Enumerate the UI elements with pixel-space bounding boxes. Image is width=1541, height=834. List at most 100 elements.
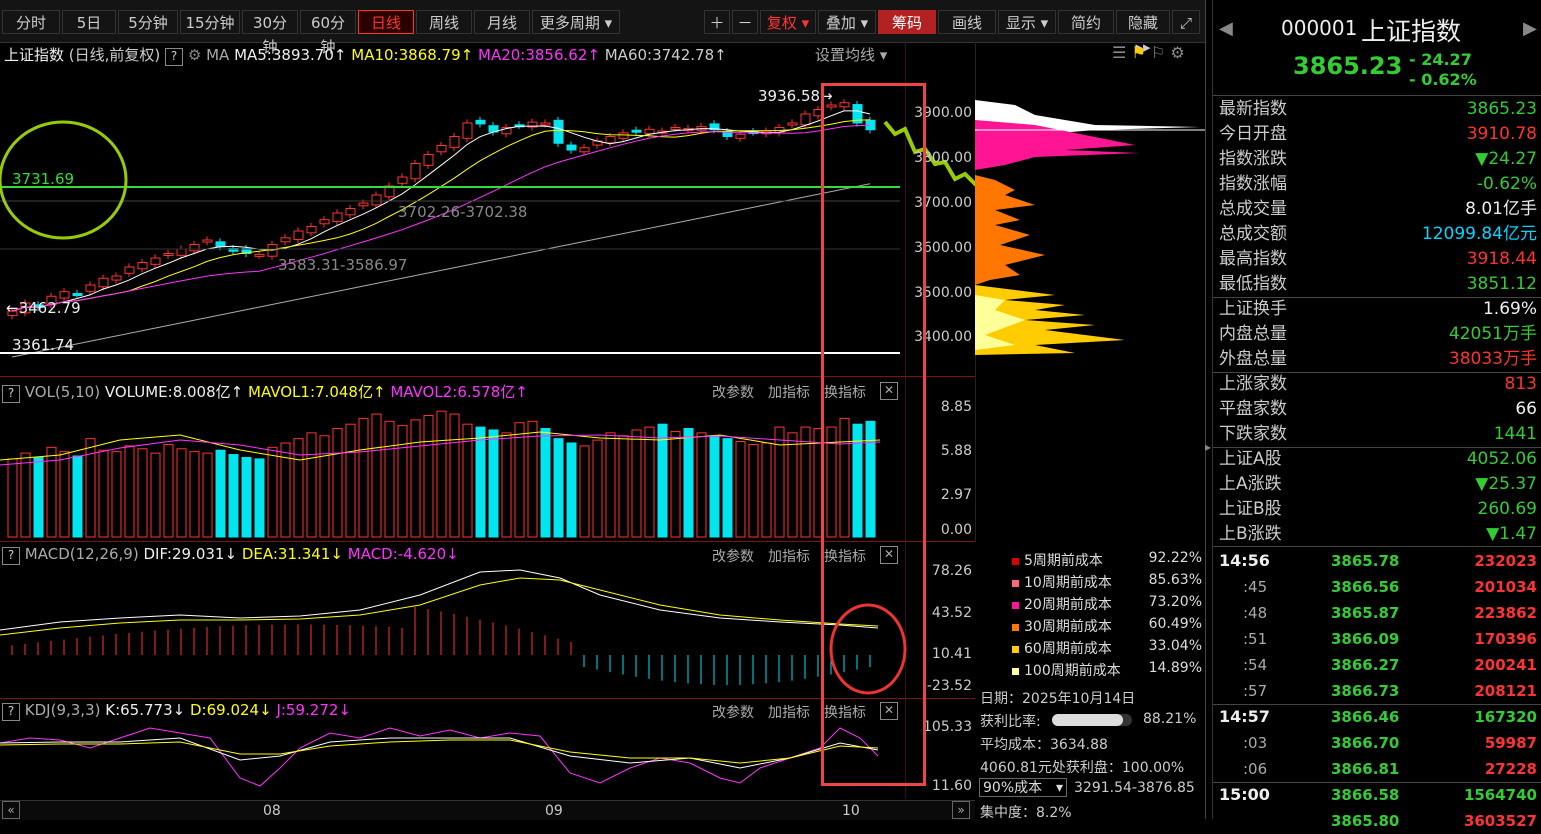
volume-bar xyxy=(436,410,447,538)
cost90-select[interactable]: 90%成本 ▾ xyxy=(979,778,1067,797)
collapse-panel-icon[interactable]: ▸ xyxy=(1205,440,1211,454)
chip-cost-row: 20周期前成本 73.20% xyxy=(1012,594,1202,616)
zoom-in-button[interactable]: ＋ xyxy=(704,10,730,34)
stat-row: 上A涨跌 ▼25.37 xyxy=(1219,472,1539,497)
period-tab-more[interactable]: 更多周期 ▾ xyxy=(532,10,620,34)
macd-chart xyxy=(0,569,879,685)
stat-label: 上A涨跌 xyxy=(1219,474,1282,494)
volume-bar xyxy=(254,458,265,538)
volume-bar xyxy=(748,443,759,538)
volume-chart xyxy=(0,410,881,538)
volume-bar xyxy=(670,430,681,538)
low-label: ←3462.79 xyxy=(6,299,81,317)
stat-label: 指数涨幅 xyxy=(1219,174,1287,194)
highlight-box xyxy=(821,83,926,786)
simple-button[interactable]: 简约 xyxy=(1058,10,1114,34)
fullscreen-icon[interactable]: ⤢ xyxy=(1172,10,1200,34)
flag-icon[interactable]: ⚑ xyxy=(1131,43,1145,62)
stat-row: 最低指数 3851.12 xyxy=(1219,272,1539,297)
arrow-down-icon: ↓ xyxy=(338,701,351,719)
stat-row: 内盘总量 42051万手 xyxy=(1219,322,1539,347)
x-tick: 08 xyxy=(263,803,281,819)
candle-body xyxy=(111,275,122,281)
volume-bar xyxy=(709,435,720,538)
period-tab-weekly[interactable]: 周线 xyxy=(416,10,472,34)
period-tab-5day[interactable]: 5日 xyxy=(62,10,116,34)
chip-cost-row: 60周期前成本 33.04% xyxy=(1012,638,1202,660)
chip-cost-label: 60周期前成本 xyxy=(1024,641,1112,657)
volume-bar xyxy=(761,442,772,538)
candle-body xyxy=(553,119,564,144)
chip-distribution-icon[interactable]: ☰ xyxy=(1112,43,1126,62)
stat-label: 上证A股 xyxy=(1219,449,1282,469)
candle-body xyxy=(579,147,590,153)
stock-price: 3865.23 xyxy=(1293,52,1403,80)
gap-label-2: 3583.31-3586.97 xyxy=(278,256,408,274)
stat-row: 最新指数 3865.23 xyxy=(1219,97,1539,122)
vol-volume: VOLUME:8.008亿 xyxy=(104,383,231,401)
hide-button[interactable]: 隐藏▸▸ xyxy=(1116,10,1170,56)
tick-price: 3866.27 xyxy=(1331,656,1400,674)
draw-line-button[interactable]: 画线 xyxy=(938,10,996,34)
stat-label: 最高指数 xyxy=(1219,249,1287,269)
arrow-up-icon: ↑ xyxy=(515,383,528,401)
prev-stock-icon[interactable]: ◀ xyxy=(1219,18,1233,39)
ma5-value: MA5:3893.70 xyxy=(234,46,334,64)
gear-icon[interactable]: ⚙ xyxy=(188,46,201,64)
period-tab-fenshi[interactable]: 分时 xyxy=(2,10,60,34)
fuquan-button[interactable]: 复权 ▾ xyxy=(760,10,816,34)
display-button[interactable]: 显示 ▾ xyxy=(998,10,1056,34)
zoom-out-button[interactable]: － xyxy=(732,10,758,34)
period-tab-5min[interactable]: 5分钟 xyxy=(118,10,178,34)
period-tab-30min[interactable]: 30分钟 xyxy=(242,10,298,56)
stat-value: 813 xyxy=(1504,374,1537,394)
tick-row: :57 3866.73 208121 xyxy=(1219,678,1539,704)
candle-body xyxy=(735,133,746,139)
tick-price: 3866.73 xyxy=(1331,682,1400,700)
stat-label: 最新指数 xyxy=(1219,99,1287,119)
ma-settings-button[interactable]: 设置均线 ▾ xyxy=(815,44,887,65)
candle-body xyxy=(98,277,109,288)
volume-bar xyxy=(787,432,798,538)
ma60-value: MA60:3742.78 xyxy=(604,46,715,64)
stat-value: ▼25.37 xyxy=(1475,474,1537,494)
arrow-up-icon: ↑ xyxy=(714,46,727,64)
display-label: 显示 xyxy=(1005,14,1036,32)
main-chart-header: 上证指数 (日线,前复权) ? ⚙ MA MA5:3893.70↑ MA10:3… xyxy=(4,44,727,66)
scroll-left-icon[interactable]: « xyxy=(2,801,20,819)
ma-label: MA xyxy=(206,46,230,64)
candle-body xyxy=(475,119,486,125)
volume-bar xyxy=(241,456,252,538)
chip-cost-value: 73.20% xyxy=(1148,594,1202,610)
gear-icon[interactable]: ⚙ xyxy=(1170,43,1184,62)
period-tab-60min[interactable]: 60分钟 xyxy=(300,10,356,56)
vol-params-button[interactable]: 改参数 xyxy=(712,382,754,402)
stat-label: 最低指数 xyxy=(1219,274,1287,294)
volume-bar xyxy=(774,426,785,538)
next-stock-icon[interactable]: ▶ xyxy=(1523,18,1537,39)
chip-cost-value: 85.63% xyxy=(1148,572,1202,588)
stat-row: 指数涨幅 -0.62% xyxy=(1219,172,1539,197)
candle-body xyxy=(215,241,226,248)
period-tab-daily[interactable]: 日线 xyxy=(358,10,414,34)
candle-body xyxy=(202,239,213,243)
period-tab-monthly[interactable]: 月线 xyxy=(474,10,530,34)
stat-label: 指数涨跌 xyxy=(1219,149,1287,169)
overlay-button[interactable]: 叠加 ▾ xyxy=(818,10,876,34)
chip-button[interactable]: 筹码 xyxy=(878,10,936,34)
vol-add-button[interactable]: 加指标 xyxy=(768,382,810,402)
candle-body xyxy=(176,248,187,256)
scroll-right-icon[interactable]: » xyxy=(952,801,970,819)
legend-swatch xyxy=(1012,558,1019,565)
period-tab-15min[interactable]: 15分钟 xyxy=(180,10,240,34)
right-panel-divider xyxy=(1205,0,1206,819)
d-line xyxy=(0,739,879,764)
volume-bar xyxy=(605,432,616,538)
candle-body xyxy=(137,262,148,270)
candle-body xyxy=(618,132,629,139)
stat-value: ▼24.27 xyxy=(1475,149,1537,169)
flag-outline-icon[interactable]: ⚐ xyxy=(1151,43,1165,62)
volume-bar xyxy=(631,429,642,538)
x-tick: 10 xyxy=(842,803,860,819)
tick-volume: 3603527 xyxy=(1463,812,1537,830)
